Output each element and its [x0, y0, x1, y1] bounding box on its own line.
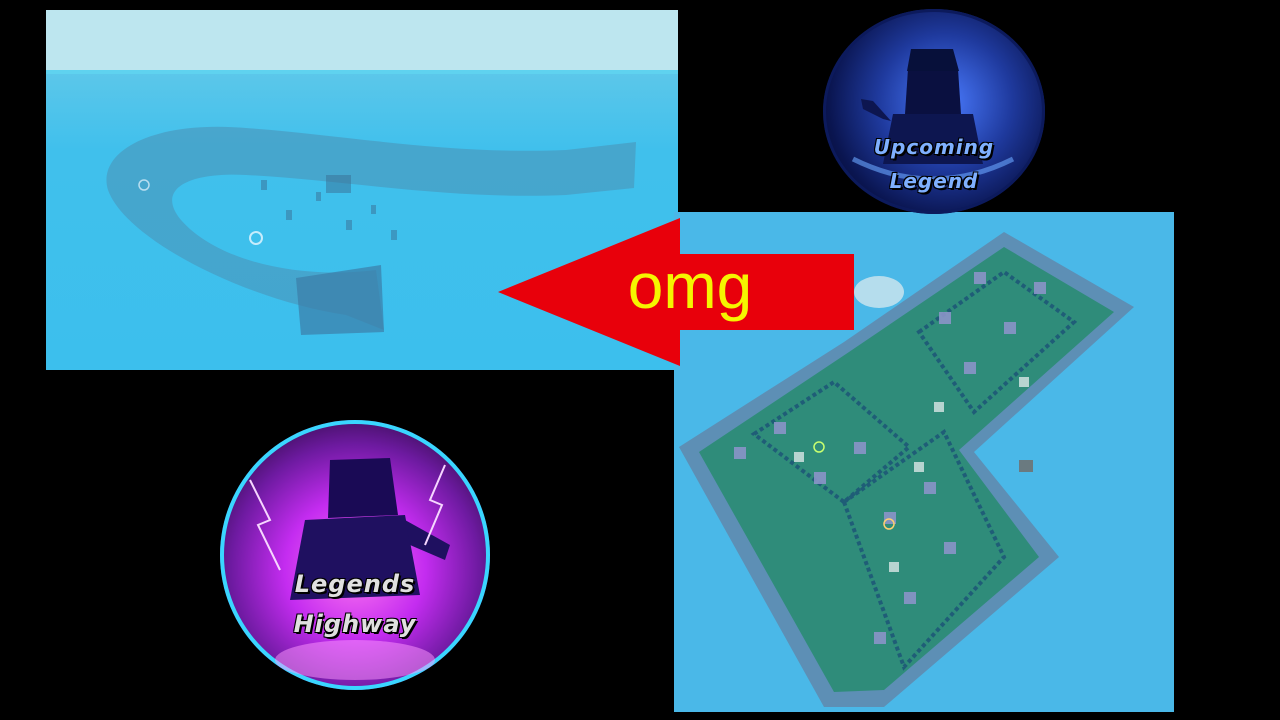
badge-title-line2: Highway	[293, 610, 417, 638]
legends-highway-badge: Legends Highway	[220, 420, 490, 690]
upcoming-legend-badge: Upcoming Legend	[823, 9, 1045, 214]
badge-title-line1: Upcoming	[873, 135, 995, 159]
avatar-icon	[249, 458, 450, 680]
badge-title-line2: Legend	[889, 169, 979, 193]
badge-title-line1: Legends	[294, 570, 416, 598]
arrow-caption: omg	[627, 250, 753, 322]
